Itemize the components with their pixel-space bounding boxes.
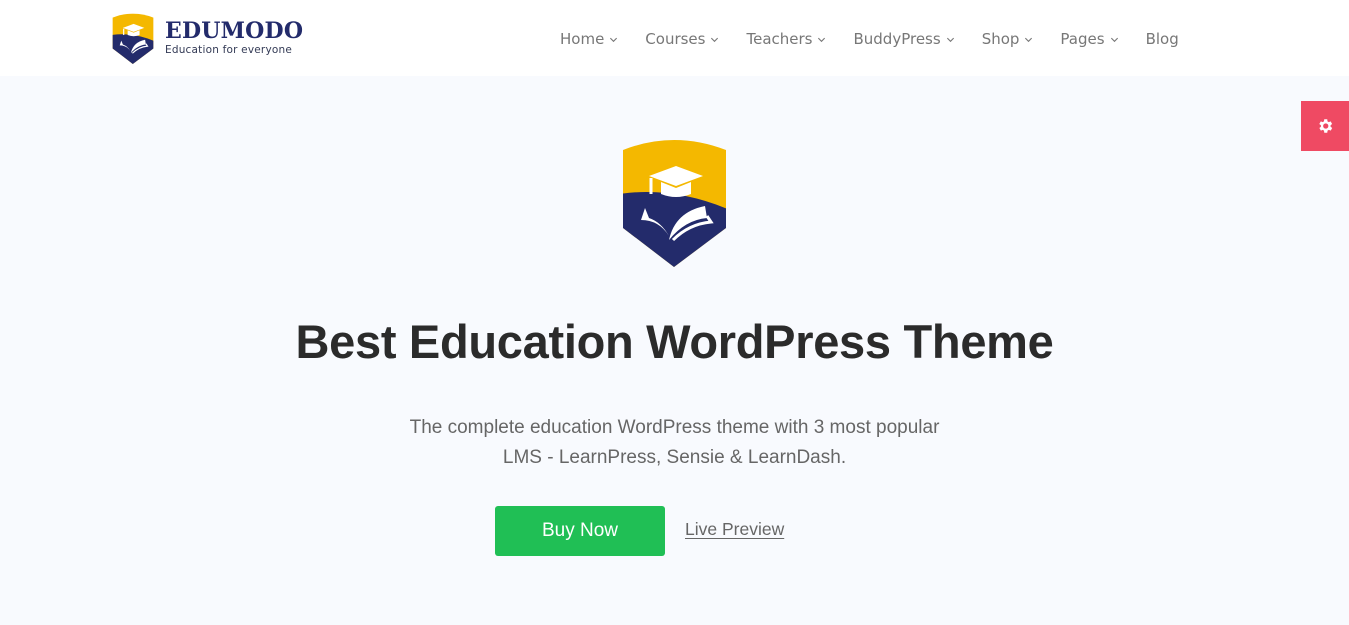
edumodo-logo-icon: [112, 13, 154, 64]
nav-item-buddypress[interactable]: BuddyPress: [853, 30, 954, 48]
chevron-down-icon: [1025, 37, 1033, 42]
nav-label: Courses: [645, 30, 706, 48]
nav-item-blog[interactable]: Blog: [1146, 30, 1179, 48]
hero-subtitle: The complete education WordPress theme w…: [0, 413, 1349, 473]
nav-item-home[interactable]: Home: [560, 30, 618, 48]
brand-logo-link[interactable]: EDUMODO Education for everyone: [111, 12, 303, 64]
chevron-down-icon: [711, 37, 719, 42]
gear-icon: [1319, 119, 1333, 133]
hero-subtitle-line-2: LMS - LearnPress, Sensie & LearnDash.: [502, 447, 847, 468]
nav-label: BuddyPress: [853, 30, 941, 48]
nav-label: Blog: [1145, 30, 1179, 48]
brand-tagline: Education for everyone: [165, 44, 292, 56]
nav-label: Teachers: [746, 30, 813, 48]
nav-item-pages[interactable]: Pages: [1060, 30, 1118, 48]
live-preview-link[interactable]: Live Preview: [685, 519, 784, 540]
site-header: EDUMODO Education for everyone Home Cour…: [0, 0, 1349, 76]
nav-label: Home: [560, 30, 605, 48]
nav-item-shop[interactable]: Shop: [982, 30, 1034, 48]
main-nav: Home Courses Teachers BuddyPress Shop Pa…: [560, 28, 1179, 50]
chevron-down-icon: [818, 37, 826, 42]
shield-graduation-cap-book-icon: [623, 140, 726, 267]
hero-title: Best Education WordPress Theme: [295, 315, 1054, 368]
hero-subtitle-line-1: The complete education WordPress theme w…: [409, 417, 940, 438]
nav-label: Pages: [1060, 30, 1105, 48]
nav-item-teachers[interactable]: Teachers: [746, 30, 826, 48]
chevron-down-icon: [946, 37, 954, 42]
brand-name: EDUMODO: [165, 18, 304, 44]
chevron-down-icon: [610, 37, 618, 42]
buy-now-button[interactable]: Buy Now: [495, 506, 665, 556]
settings-panel-toggle[interactable]: [1301, 101, 1349, 151]
nav-item-courses[interactable]: Courses: [645, 30, 719, 48]
nav-label: Shop: [981, 30, 1020, 48]
chevron-down-icon: [1110, 37, 1118, 42]
